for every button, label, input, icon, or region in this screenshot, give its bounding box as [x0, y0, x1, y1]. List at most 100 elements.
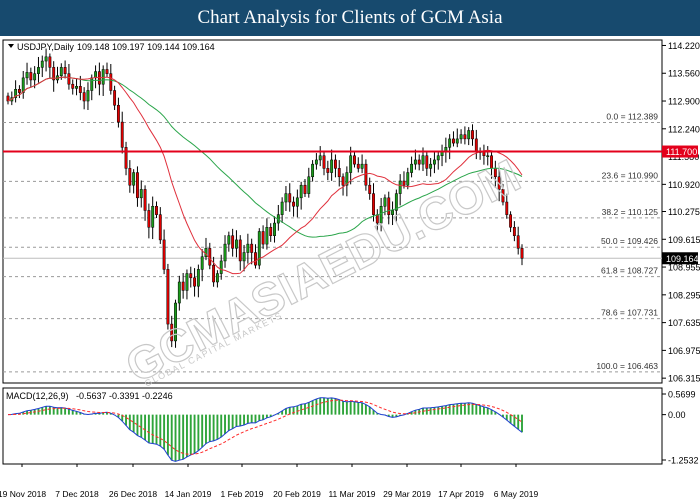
candle-body [33, 73, 37, 81]
candle-body [162, 239, 166, 270]
candle-body [402, 180, 406, 186]
candle-body [261, 231, 265, 245]
candle-body [509, 214, 513, 228]
price-y-tick-label: 107.635 [668, 318, 700, 328]
price-y-tick-label: 112.900 [668, 97, 700, 107]
candle-body [238, 239, 242, 262]
x-tick-label: 14 Jan 2019 [165, 489, 212, 499]
fibonacci-label: 38.2 = 110.125 [602, 207, 659, 217]
candle-body [40, 60, 44, 68]
symbol-label: USDJPY,Daily [17, 42, 74, 52]
candle-body [520, 248, 524, 259]
candle-body [78, 86, 82, 93]
candle-body [196, 269, 200, 287]
candle-body [417, 159, 421, 165]
candle-body [128, 168, 132, 186]
candle-body [452, 138, 455, 144]
candle-body [288, 193, 292, 203]
candle-body [280, 201, 284, 215]
x-tick-label: 11 Mar 2019 [328, 489, 375, 499]
candle-body [86, 90, 90, 102]
price-y-tick-label: 114.220 [668, 41, 700, 51]
x-tick-label: 17 Apr 2019 [438, 489, 484, 499]
candle-body [219, 260, 223, 274]
candle-body [44, 56, 48, 62]
candle-body [242, 252, 246, 262]
candle-body [383, 197, 387, 207]
price-y-tick-label: 110.920 [668, 180, 700, 190]
candle-body [223, 243, 227, 262]
candle-body [413, 159, 417, 165]
candle-body [181, 281, 185, 291]
candle-body [75, 86, 78, 89]
x-tick-label: 7 Dec 2018 [55, 489, 99, 499]
price-y-tick-label: 113.560 [668, 69, 700, 79]
price-pane: 114.220113.560112.900112.240111.580110.9… [2, 39, 700, 384]
candle-body [356, 163, 360, 169]
candle-body [406, 172, 410, 186]
candle-body [189, 273, 193, 279]
candle-body [254, 252, 257, 266]
macd-y-tick-label: 0.5699 [668, 390, 696, 400]
candle-body [273, 222, 276, 236]
fibonacci-label: 23.6 = 110.990 [602, 170, 659, 180]
candle-body [136, 172, 139, 199]
macd-y-tick-label: 0.00 [668, 410, 686, 420]
candle-body [516, 235, 520, 249]
candle-body [139, 189, 143, 199]
candle-body [410, 163, 414, 173]
resistance-label: 111.700 [666, 147, 697, 157]
candle-body [185, 273, 189, 291]
candle-body [124, 147, 128, 169]
candle-body [109, 73, 113, 91]
price-y-tick-label: 112.240 [668, 124, 700, 134]
candle-body [318, 155, 322, 161]
candle-body [71, 83, 75, 89]
fibonacci-label: 0.0 = 112.389 [606, 112, 658, 122]
fibonacci-label: 100.0 = 106.463 [596, 361, 658, 371]
candle-body [299, 184, 303, 199]
candle-body [284, 193, 288, 203]
macd-y-tick-label: -1.2532 [668, 456, 699, 466]
candle-body [295, 197, 299, 207]
candle-body [227, 235, 231, 245]
price-y-tick-label: 106.975 [668, 346, 700, 356]
candle-body [467, 130, 471, 140]
candle-body [474, 138, 478, 152]
candle-body [158, 214, 162, 241]
page-title: Chart Analysis for Clients of GCM Asia [197, 7, 503, 28]
candle-body [459, 134, 463, 140]
candle-body [322, 155, 326, 169]
candle-body [303, 184, 307, 194]
candle-body [155, 205, 158, 215]
x-tick-label: 6 May 2019 [494, 489, 539, 499]
price-y-tick-label: 110.275 [668, 207, 700, 217]
candle-body [166, 269, 170, 325]
macd-pane: 0.5699 0.00 -1.2532 MACD(12,26,9) -0.5637 -0… [2, 387, 699, 466]
price-pane-frame [2, 39, 663, 384]
candle-body [463, 134, 467, 140]
candle-body [398, 180, 402, 194]
price-y-tick-label: 106.315 [668, 374, 700, 384]
x-tick-label: 29 Mar 2019 [383, 489, 431, 499]
candle-body [29, 72, 33, 81]
candle-body [349, 155, 353, 173]
last-price-label: 109.164 [666, 254, 699, 264]
candle-body [25, 72, 29, 79]
candle-body [177, 281, 181, 304]
candle-body [372, 193, 375, 215]
candle-body [212, 264, 216, 283]
fibonacci-label: 78.6 = 107.731 [601, 308, 658, 318]
candle-body [235, 239, 238, 249]
candle-body [425, 155, 429, 169]
candle-body [269, 227, 273, 236]
candle-body [246, 243, 250, 253]
candle-body [250, 243, 254, 253]
candle-body [143, 189, 147, 211]
candle-body [429, 163, 433, 169]
candle-body [311, 163, 315, 178]
candle-body [368, 184, 372, 194]
candle-body [360, 163, 364, 169]
candle-body [341, 176, 345, 186]
candle-body [337, 168, 341, 178]
